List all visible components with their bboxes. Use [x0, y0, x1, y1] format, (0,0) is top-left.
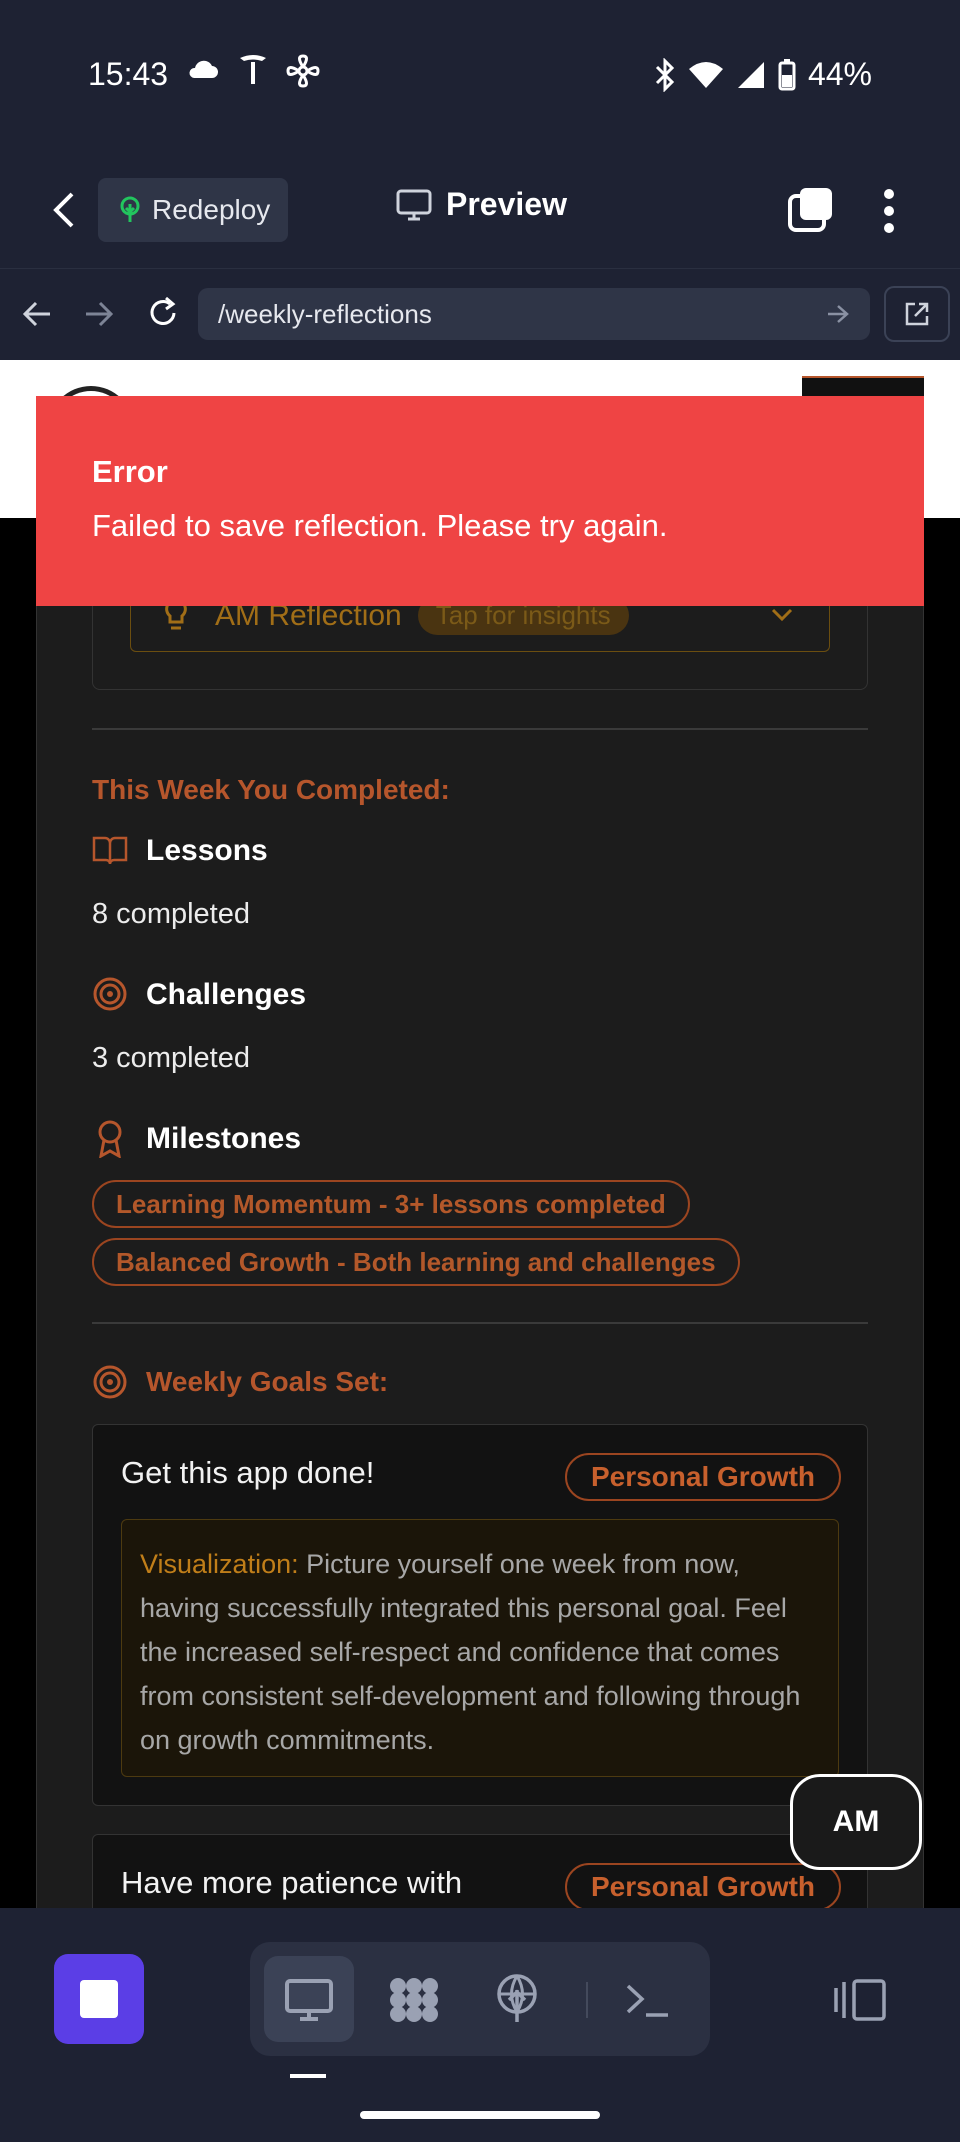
battery-icon: [778, 58, 796, 90]
goal-category-badge: Personal Growth: [564, 1863, 841, 1911]
external-link-icon: [905, 302, 929, 326]
bluetooth-icon: [655, 57, 675, 92]
target-icon: [93, 1365, 127, 1399]
lessons-value: 8 completed: [92, 898, 250, 930]
deploy-tree-icon: [120, 196, 140, 222]
visualization-text: Picture yourself one week from now, havi…: [140, 1549, 801, 1755]
tesla-icon: [240, 55, 266, 84]
open-external-button[interactable]: [884, 286, 950, 342]
toast-title: Error: [92, 454, 168, 489]
separator: [586, 1982, 588, 2018]
redeploy-label: Redeploy: [152, 194, 271, 225]
cloud-icon: [189, 60, 218, 78]
home-indicator[interactable]: [360, 2111, 600, 2119]
goals-heading: Weekly Goals Set:: [146, 1366, 389, 1397]
target-icon: [93, 977, 127, 1011]
fan-icon: [286, 54, 320, 88]
more-vert-icon[interactable]: [882, 188, 896, 234]
back-chevron-icon[interactable]: [50, 190, 78, 230]
tab-deploy[interactable]: [472, 1956, 562, 2042]
battery-percent: 44%: [807, 56, 872, 92]
url-field[interactable]: /weekly-reflections: [198, 288, 870, 340]
milestones-label: Milestones: [146, 1122, 302, 1155]
stop-icon: [80, 1980, 118, 2018]
preview-label: Preview: [446, 186, 567, 222]
status-bar: 15:43 44%: [0, 0, 960, 150]
nav-forward-icon[interactable]: [84, 300, 114, 328]
visualization-box: Visualization: Picture yourself one week…: [121, 1519, 839, 1777]
nav-back-icon[interactable]: [22, 300, 52, 328]
chevron-down-icon: [771, 608, 793, 622]
award-icon: [98, 1120, 122, 1158]
visualization-label: Visualization:: [140, 1549, 299, 1579]
am-assistant-button[interactable]: AM: [790, 1774, 922, 1870]
monitor-icon: [285, 1979, 333, 2021]
reload-icon[interactable]: [146, 296, 180, 330]
book-icon: [92, 836, 128, 865]
goal-card: Have more patience with Personal Growth: [92, 1834, 868, 1911]
go-arrow-icon[interactable]: [826, 303, 850, 325]
monitor-icon: [396, 189, 432, 220]
tab-console[interactable]: [600, 1956, 690, 2042]
challenges-value: 3 completed: [92, 1042, 250, 1074]
milestone-badge: Learning Momentum - 3+ lessons completed: [92, 1180, 690, 1228]
deploy-globe-icon: [497, 1974, 537, 2022]
divider: [92, 728, 868, 730]
wifi-icon: [688, 61, 723, 88]
toast-message: Failed to save reflection. Please try ag…: [92, 508, 668, 543]
preview-title: Preview: [396, 186, 567, 223]
completed-heading: This Week You Completed:: [92, 774, 450, 805]
divider: [92, 1322, 868, 1324]
stop-button[interactable]: [54, 1954, 144, 2044]
view-switcher: [250, 1942, 710, 2056]
goal-title: Have more patience with: [121, 1865, 463, 1900]
status-time: 15:43: [88, 56, 169, 92]
layout-toggle-icon[interactable]: [834, 1978, 888, 2022]
lessons-label: Lessons: [146, 834, 268, 867]
redeploy-button[interactable]: Redeploy: [98, 178, 288, 242]
tab-preview[interactable]: [264, 1956, 354, 2042]
terminal-icon: [626, 1984, 668, 2017]
active-tab-indicator: [290, 2074, 326, 2078]
milestone-badge: Balanced Growth - Both learning and chal…: [92, 1238, 740, 1286]
url-text: /weekly-reflections: [218, 298, 432, 329]
challenges-label: Challenges: [146, 978, 307, 1011]
error-toast[interactable]: Error Failed to save reflection. Please …: [36, 396, 924, 606]
goal-card: Get this app done! Personal Growth Visua…: [92, 1424, 868, 1806]
signal-icon: [737, 61, 764, 88]
tab-blocks[interactable]: [368, 1956, 458, 2042]
blocks-icon: [390, 1978, 438, 2022]
goal-title: Get this app done!: [121, 1455, 375, 1490]
tabs-icon[interactable]: [788, 188, 832, 232]
goal-category-badge: Personal Growth: [564, 1453, 841, 1501]
